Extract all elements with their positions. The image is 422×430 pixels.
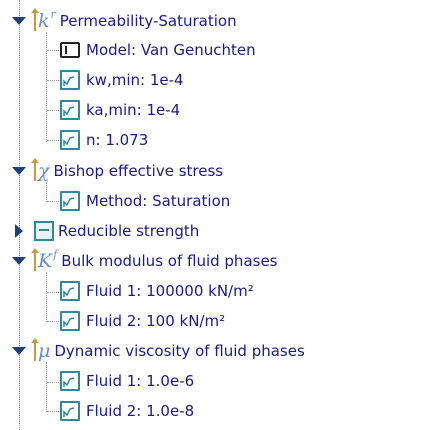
tree-leaf-bulk-fluid-2[interactable]: Fluid 2: 100 kN/m² [60,308,225,334]
graph-icon [60,191,80,211]
tree-node-reducible[interactable]: Reducible strength [34,218,199,244]
expand-toggle-viscosity[interactable] [12,338,26,364]
triangle-down-icon [12,347,26,355]
graph-icon [60,70,80,90]
triangle-down-icon [12,17,26,25]
graph-icon [60,371,80,391]
tree-leaf-viscosity-fluid-2[interactable]: Fluid 2: 1.0e-8 [60,398,194,424]
tree-leaf-model[interactable]: Model: Van Genuchten [60,37,256,63]
expand-toggle-permeability[interactable] [12,8,26,34]
tree-node-bishop[interactable]: χ Bishop effective stress [31,158,224,184]
triangle-down-icon [12,167,26,175]
tree-leaf-viscosity-fluid-1[interactable]: Fluid 1: 1.0e-6 [60,368,194,394]
tree-node-bulk-modulus[interactable]: K f Bulk modulus of fluid phases [31,248,278,274]
graph-icon [60,100,80,120]
chi-symbol-icon: χ [31,158,50,184]
tree-node-label: Reducible strength [58,222,200,240]
graph-icon [60,311,80,331]
expand-toggle-bulk[interactable] [12,248,26,274]
reducible-strength-icon [34,221,54,241]
tree-node-label: Dynamic viscosity of fluid phases [54,342,305,360]
graph-icon [60,401,80,421]
graph-icon [60,281,80,301]
permeability-symbol-icon: k r [31,8,56,34]
mu-symbol-icon: μ [31,338,50,364]
tree-node-viscosity[interactable]: μ Dynamic viscosity of fluid phases [31,338,305,364]
graph-icon [60,130,80,150]
triangle-right-icon [15,224,23,238]
tree-node-label: Permeability-Saturation [59,12,237,30]
property-tree: k r Permeability-Saturation Model: Van G… [0,0,422,430]
tree-node-label: Bulk modulus of fluid phases [61,252,278,270]
tree-node-permeability[interactable]: k r Permeability-Saturation [31,8,237,34]
expand-toggle-bishop[interactable] [12,158,26,184]
tree-leaf-kw-min[interactable]: kw,min: 1e-4 [60,67,184,93]
tree-leaf-bulk-fluid-1[interactable]: Fluid 1: 100000 kN/m² [60,278,254,304]
bulk-modulus-symbol-icon: K f [31,248,57,274]
model-icon [60,42,80,58]
tree-leaf-n[interactable]: n: 1.073 [60,127,148,153]
tree-node-label: Bishop effective stress [53,162,224,180]
tree-leaf-method[interactable]: Method: Saturation [60,188,230,214]
triangle-down-icon [12,257,26,265]
tree-leaf-ka-min[interactable]: ka,min: 1e-4 [60,97,180,123]
expand-toggle-reducible[interactable] [12,218,26,244]
